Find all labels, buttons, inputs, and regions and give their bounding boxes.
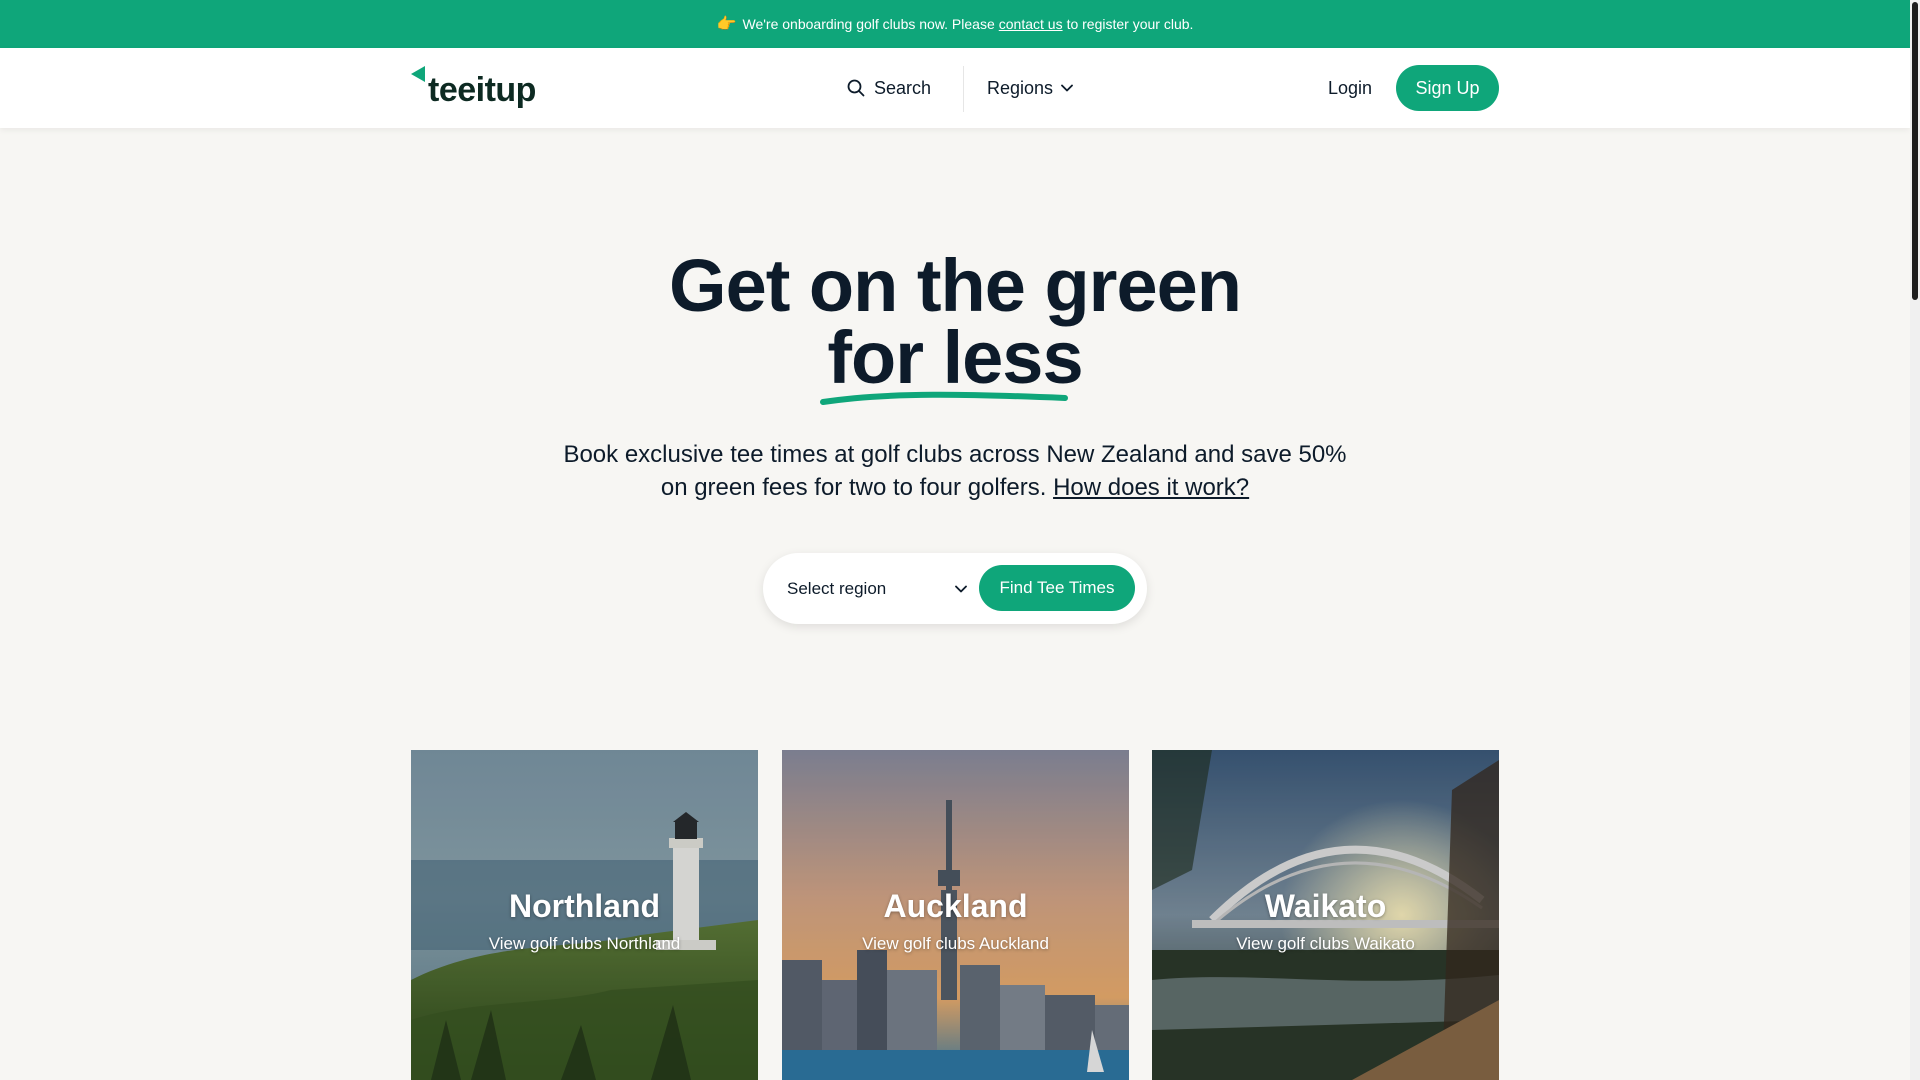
- region-select-value: Select region: [787, 579, 887, 598]
- regions-dropdown[interactable]: Regions: [987, 72, 1073, 104]
- scrollbar[interactable]: [1910, 0, 1920, 1080]
- signup-button[interactable]: Sign Up: [1396, 65, 1499, 111]
- site-header: teeitup Search Regions Login Sign Up: [0, 48, 1910, 128]
- chevron-down-icon: [955, 585, 967, 593]
- search-nav-label: Search: [874, 77, 932, 98]
- underline-swoosh-icon: [820, 391, 1069, 405]
- hero-title-line2-wrap: for less: [820, 321, 1084, 405]
- logo[interactable]: teeitup: [411, 66, 536, 110]
- logo-text: teeitup: [428, 71, 536, 109]
- pointing-hand-icon: 👉: [716, 16, 737, 33]
- region-card-northland[interactable]: Northland View golf clubs Northland: [411, 750, 758, 1080]
- hero-title: Get on the green for less: [0, 244, 1910, 405]
- announcement-text: We're onboarding golf clubs now. Please: [742, 16, 995, 32]
- scrollbar-thumb[interactable]: [1912, 2, 1918, 300]
- nav-divider: [963, 66, 964, 112]
- logo-triangle-icon: [411, 66, 425, 82]
- chevron-down-icon: [1061, 84, 1073, 92]
- region-card-auckland[interactable]: Auckland View golf clubs Auckland: [782, 750, 1129, 1080]
- hero-title-line1: Get on the green: [669, 244, 1242, 327]
- hero-title-line2: for less: [827, 316, 1083, 399]
- region-select[interactable]: Select region: [787, 573, 967, 605]
- region-card-link[interactable]: View golf clubs Waikato: [1152, 934, 1499, 954]
- region-card-title: Waikato: [1264, 888, 1387, 924]
- announcement-text-end: to register your club.: [1066, 16, 1194, 32]
- search-nav-link[interactable]: Search: [847, 72, 931, 104]
- region-card-link[interactable]: View golf clubs Auckland: [782, 934, 1129, 954]
- hero-subtitle: Book exclusive tee times at golf clubs a…: [555, 438, 1355, 504]
- region-search-form: Select region Find Tee Times: [763, 553, 1147, 624]
- regions-nav-label: Regions: [987, 77, 1054, 98]
- region-card-title: Northland: [508, 888, 661, 924]
- contact-us-link[interactable]: contact us: [999, 16, 1063, 32]
- region-card-waikato[interactable]: Waikato View golf clubs Waikato: [1152, 750, 1499, 1080]
- region-card-title: Auckland: [883, 888, 1028, 924]
- page: 👉 We're onboarding golf clubs now. Pleas…: [0, 0, 1920, 1080]
- find-tee-times-button[interactable]: Find Tee Times: [979, 565, 1135, 611]
- search-icon: [847, 79, 865, 97]
- announcement-bar: 👉 We're onboarding golf clubs now. Pleas…: [0, 0, 1910, 48]
- how-does-it-work-link[interactable]: How does it work?: [1053, 474, 1249, 501]
- login-link[interactable]: Login: [1328, 72, 1372, 104]
- region-card-link[interactable]: View golf clubs Northland: [411, 934, 758, 954]
